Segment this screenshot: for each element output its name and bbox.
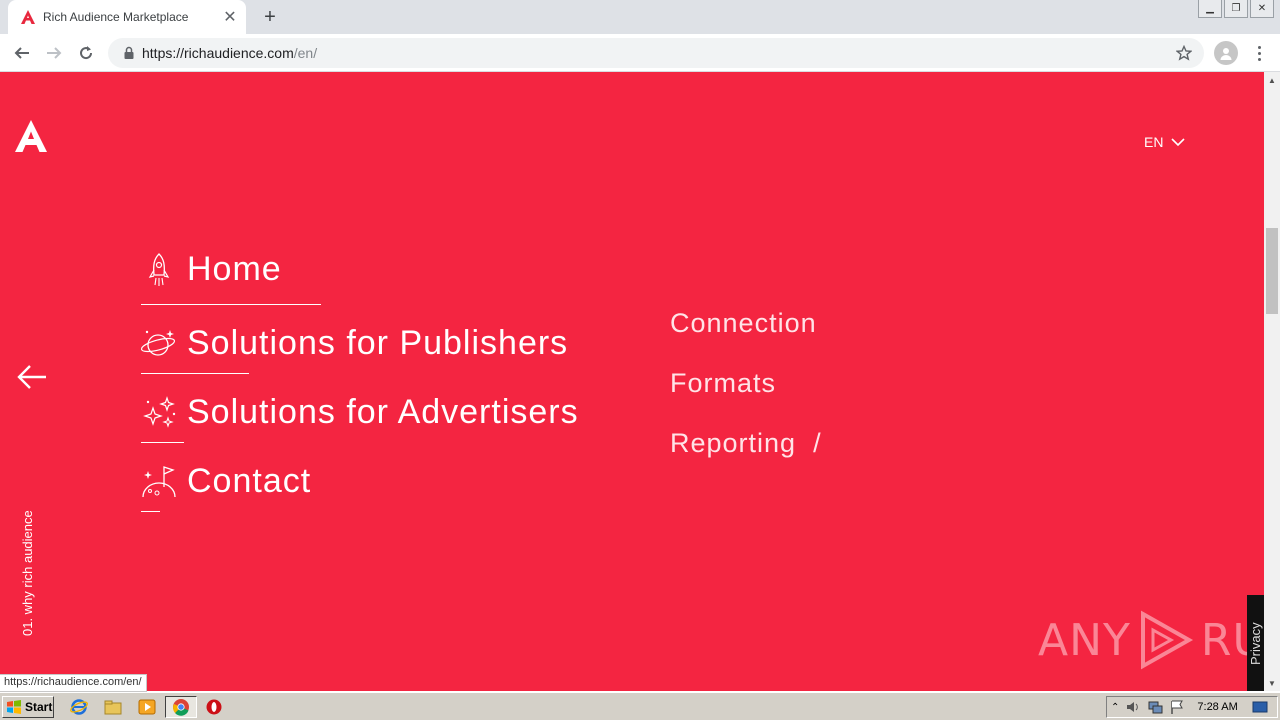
file-explorer-icon[interactable]: [104, 698, 122, 716]
status-url-bubble: https://richaudience.com/en/: [0, 674, 147, 692]
privacy-label: Privacy: [1248, 622, 1263, 665]
menu-divider: [141, 511, 160, 512]
restore-icon[interactable]: ❐: [1224, 0, 1248, 18]
media-player-icon[interactable]: [138, 698, 156, 716]
play-triangle-icon: [1140, 610, 1193, 670]
page-scrollbar[interactable]: ▲ ▼: [1264, 72, 1280, 691]
menu-divider: [141, 373, 249, 374]
sub-item-connection[interactable]: Connection: [670, 308, 817, 339]
privacy-tab[interactable]: Privacy: [1247, 595, 1264, 691]
sub-item-formats[interactable]: Formats: [670, 368, 776, 399]
sub-item-reporting[interactable]: Reporting /: [670, 428, 822, 459]
menu-item-home[interactable]: Home: [140, 250, 282, 289]
close-window-icon[interactable]: ✕: [1250, 0, 1274, 18]
opera-icon[interactable]: [205, 698, 223, 716]
anyrun-watermark: ANY RUN: [1038, 610, 1264, 670]
scroll-down-icon[interactable]: ▼: [1264, 675, 1280, 691]
tab-title: Rich Audience Marketplace: [43, 10, 189, 24]
taskbar-clock: 7:28 AM: [1197, 701, 1238, 713]
rocket-icon: [148, 252, 170, 286]
windows-taskbar: Start ⌃ 7:28 AM: [0, 692, 1280, 720]
url-host: https://richaudience.com: [142, 45, 294, 61]
new-tab-icon[interactable]: +: [258, 5, 282, 29]
start-button[interactable]: Start: [2, 696, 54, 718]
tray-expand-icon[interactable]: ⌃: [1111, 702, 1119, 713]
page-content: EN 01. why rich audience Home Solutions …: [0, 72, 1264, 691]
volume-icon[interactable]: [1125, 699, 1141, 715]
richaudience-favicon-icon: [21, 10, 35, 24]
section-vertical-label: 01. why rich audience: [20, 510, 35, 636]
chevron-down-icon: [1171, 138, 1186, 147]
planet-icon: [140, 329, 176, 356]
bookmark-star-icon[interactable]: [1176, 45, 1192, 61]
lock-icon: [124, 46, 134, 59]
network-icon[interactable]: [1147, 699, 1163, 715]
system-tray: ⌃ 7:28 AM: [1106, 696, 1278, 718]
menu-item-publishers[interactable]: Solutions for Publishers: [140, 324, 568, 363]
back-arrow-icon[interactable]: [16, 364, 48, 390]
start-label: Start: [25, 700, 53, 714]
action-center-flag-icon[interactable]: [1169, 699, 1185, 715]
windows-flag-icon: [7, 700, 21, 714]
minimize-icon[interactable]: ▁: [1198, 0, 1222, 18]
reload-icon[interactable]: [72, 39, 100, 67]
menu-item-label: Home: [187, 250, 282, 288]
rich-audience-logo[interactable]: [14, 120, 48, 152]
flag-planet-icon: [142, 465, 176, 497]
menu-item-contact[interactable]: Contact: [140, 462, 311, 501]
forward-icon[interactable]: [40, 39, 68, 67]
address-bar[interactable]: https://richaudience.com/en/: [108, 38, 1204, 68]
menu-divider: [141, 442, 184, 443]
show-desktop-icon[interactable]: [1252, 699, 1268, 715]
menu-divider: [141, 304, 321, 305]
browser-toolbar: https://richaudience.com/en/: [0, 34, 1280, 72]
menu-item-label: Contact: [187, 462, 312, 500]
internet-explorer-icon[interactable]: [70, 698, 88, 716]
chrome-taskbar-button[interactable]: [165, 696, 197, 718]
menu-item-label: Solutions for Publishers: [187, 324, 569, 362]
profile-avatar-icon[interactable]: [1214, 41, 1238, 65]
scroll-up-icon[interactable]: ▲: [1264, 72, 1280, 88]
window-controls: ▁ ❐ ✕: [1198, 0, 1274, 18]
url-path: /en/: [293, 45, 318, 61]
watermark-text-left: ANY: [1038, 614, 1131, 666]
language-selector[interactable]: EN: [1144, 134, 1186, 150]
sparkles-icon: [143, 395, 176, 428]
tab-strip: Rich Audience Marketplace ✕ + ▁ ❐ ✕: [0, 0, 1280, 34]
tab-close-icon[interactable]: ✕: [218, 5, 242, 29]
chrome-icon: [173, 699, 189, 716]
browser-tab[interactable]: Rich Audience Marketplace ✕: [8, 0, 246, 34]
menu-item-label: Solutions for Advertisers: [187, 393, 579, 431]
language-label: EN: [1144, 134, 1164, 150]
back-icon[interactable]: [8, 39, 36, 67]
browser-menu-icon[interactable]: [1250, 41, 1268, 65]
scroll-thumb[interactable]: [1266, 228, 1278, 314]
url-text: https://richaudience.com/en/: [142, 45, 317, 61]
menu-item-advertisers[interactable]: Solutions for Advertisers: [140, 393, 579, 432]
